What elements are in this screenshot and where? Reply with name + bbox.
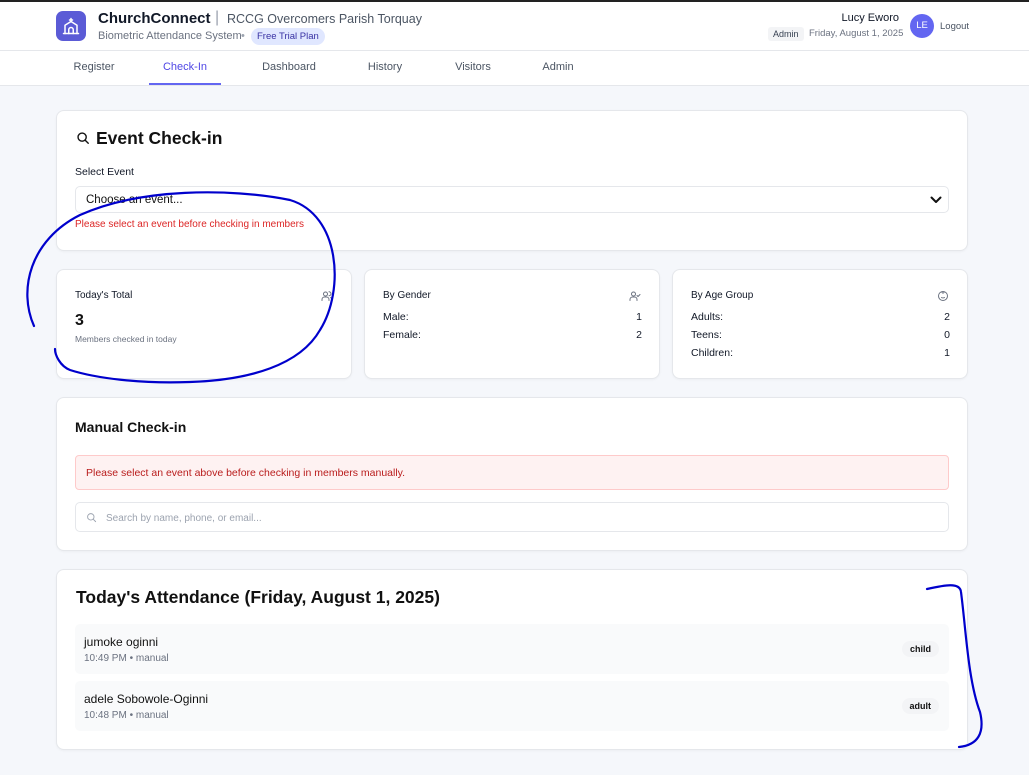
age-row-label: Teens: xyxy=(691,329,722,341)
by-age-title: By Age Group xyxy=(691,290,754,301)
main-nav: Register Check-In Dashboard History Visi… xyxy=(0,51,1029,86)
user-name: Lucy Eworo xyxy=(841,12,899,24)
today-total-value: 3 xyxy=(75,312,84,329)
tab-check-in[interactable]: Check-In xyxy=(149,51,221,85)
user-check-icon xyxy=(629,291,641,301)
tab-visitors[interactable]: Visitors xyxy=(440,51,506,85)
manual-checkin-title: Manual Check-in xyxy=(75,419,187,435)
event-select-value: Choose an event... xyxy=(86,194,183,206)
manual-checkin-alert-text: Please select an event above before chec… xyxy=(86,467,406,479)
age-group-badge: adult xyxy=(901,698,939,714)
attendance-title: Today's Attendance (Friday, August 1, 20… xyxy=(76,587,440,607)
today-total-card xyxy=(56,269,352,379)
age-row-value: 1 xyxy=(944,347,950,359)
age-group-badge: child xyxy=(901,641,939,657)
event-error-message: Please select an event before checking i… xyxy=(75,219,305,230)
gender-row-value: 1 xyxy=(636,311,642,323)
age-row-label: Adults: xyxy=(691,311,724,323)
tab-dashboard[interactable]: Dashboard xyxy=(250,51,328,85)
attendance-row[interactable]: adele Sobowole-Oginni 10:48 PM • manual … xyxy=(75,681,949,731)
event-checkin-title: Event Check-in xyxy=(96,128,223,148)
header-date: Friday, August 1, 2025 xyxy=(809,28,904,39)
avatar[interactable]: LE xyxy=(910,14,934,38)
app-name: ChurchConnect xyxy=(98,10,211,27)
logout-button[interactable]: Logout xyxy=(940,21,969,32)
subtitle-dot: • xyxy=(241,30,245,42)
attendance-row[interactable]: jumoke oginni 10:49 PM • manual child xyxy=(75,624,949,674)
search-icon xyxy=(87,513,97,523)
attendee-meta: 10:48 PM • manual xyxy=(84,710,169,721)
gender-row-label: Female: xyxy=(383,329,421,341)
gender-row-value: 2 xyxy=(636,329,642,341)
attendee-name: jumoke oginni xyxy=(84,635,159,649)
tab-register[interactable]: Register xyxy=(60,51,128,85)
member-search xyxy=(75,502,949,532)
by-age-card xyxy=(672,269,968,379)
chevron-down-icon xyxy=(930,196,942,203)
age-row-value: 0 xyxy=(944,329,950,341)
role-badge: Admin xyxy=(768,27,804,41)
today-total-caption: Members checked in today xyxy=(75,334,177,344)
attendee-meta: 10:49 PM • manual xyxy=(84,653,169,664)
tab-admin[interactable]: Admin xyxy=(528,51,588,85)
event-select[interactable]: Choose an event... xyxy=(75,186,949,213)
gender-row-label: Male: xyxy=(383,311,409,323)
parish-name: RCCG Overcomers Parish Torquay xyxy=(227,12,422,26)
brand-separator: | xyxy=(215,9,220,26)
attendee-name: adele Sobowole-Oginni xyxy=(84,692,209,706)
users-icon xyxy=(321,291,333,301)
age-row-label: Children: xyxy=(691,347,734,359)
by-gender-card xyxy=(364,269,660,379)
age-row-value: 2 xyxy=(944,311,950,323)
baby-icon xyxy=(938,291,948,301)
select-event-label: Select Event xyxy=(75,166,134,178)
manual-checkin-alert: Please select an event above before chec… xyxy=(75,455,949,490)
member-search-input[interactable] xyxy=(106,509,936,527)
plan-badge: Free Trial Plan xyxy=(251,28,325,45)
tab-history[interactable]: History xyxy=(352,51,418,85)
app-subtitle: Biometric Attendance System xyxy=(98,30,242,42)
today-total-title: Today's Total xyxy=(75,290,133,301)
by-gender-title: By Gender xyxy=(383,290,431,301)
church-logo-icon xyxy=(56,11,86,41)
app-header: ChurchConnect | RCCG Overcomers Parish T… xyxy=(0,2,1029,51)
search-icon xyxy=(77,132,89,144)
